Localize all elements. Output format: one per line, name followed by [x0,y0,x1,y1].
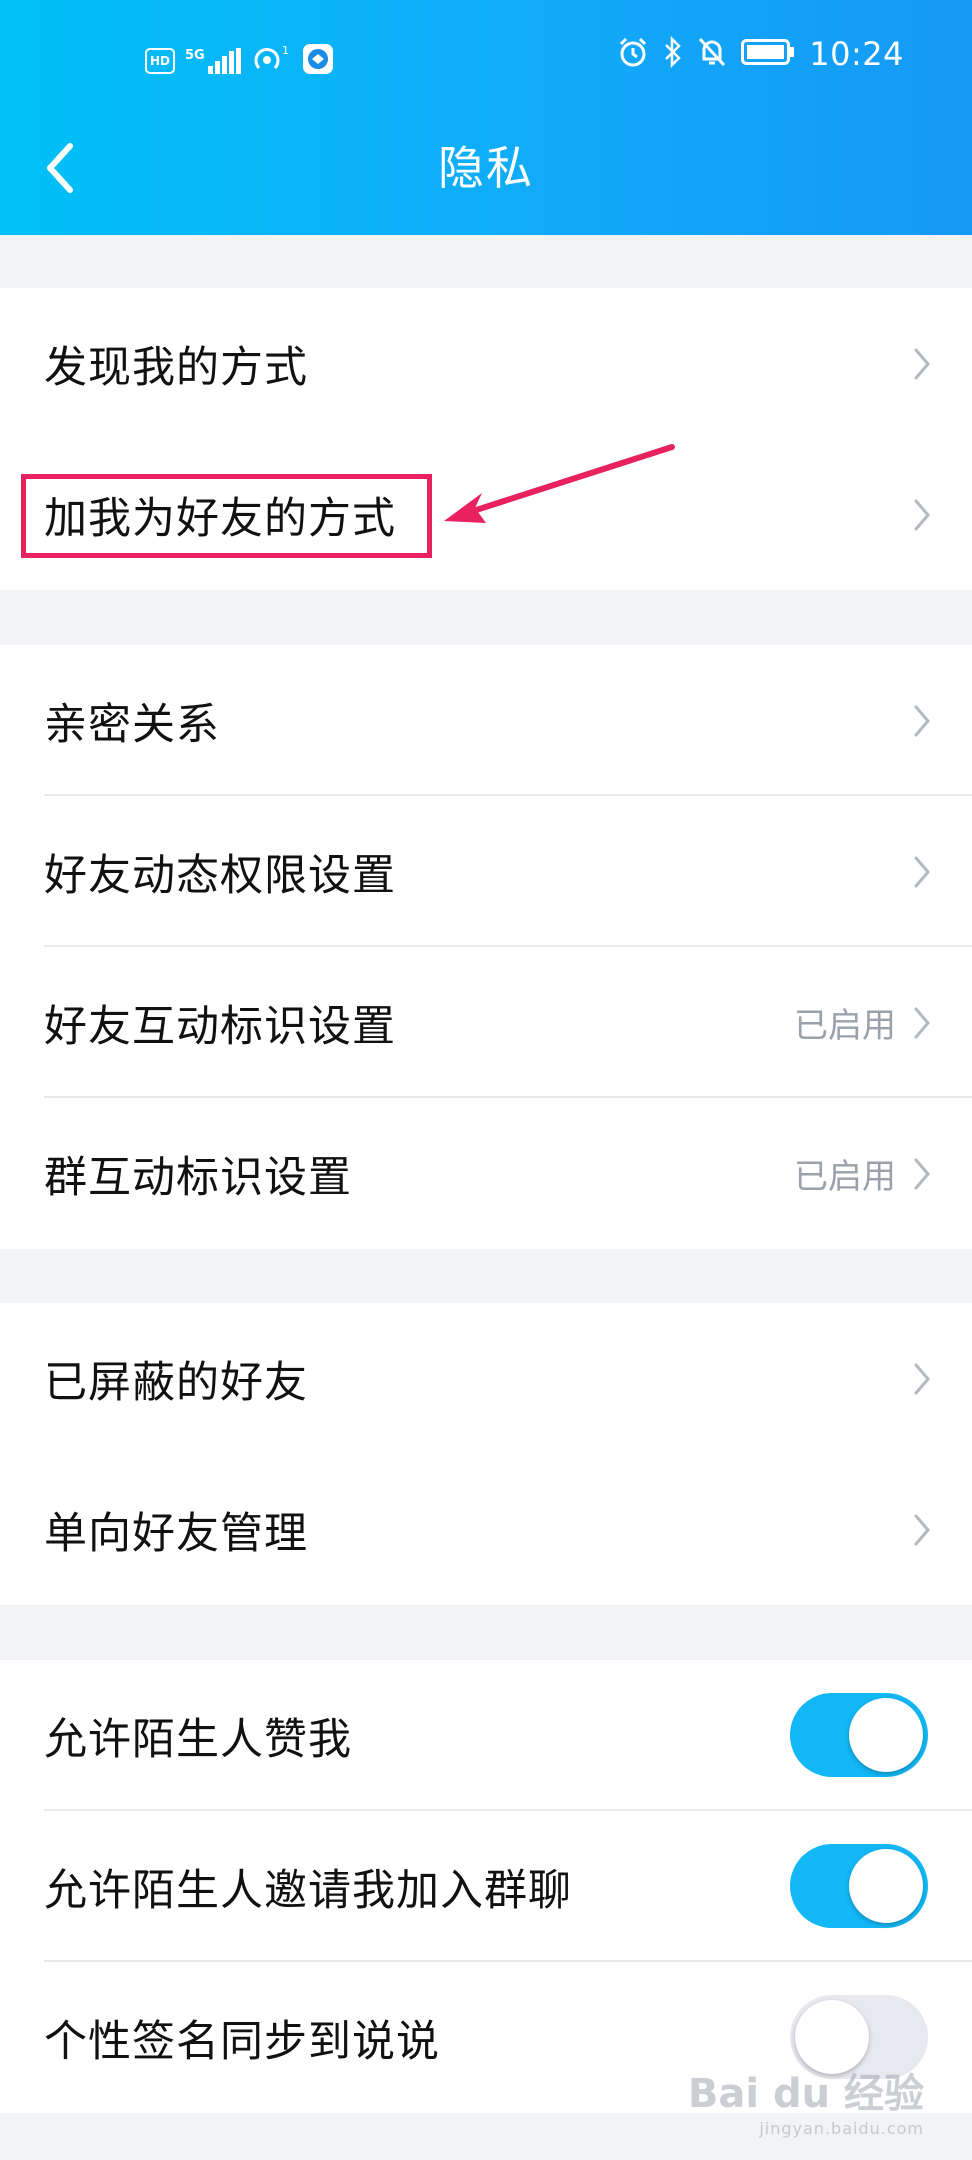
setting-friend-feed-permissions[interactable]: 好友动态权限设置 [0,796,972,947]
setting-label: 好友互动标识设置 [44,1001,396,1052]
setting-label: 亲密关系 [44,699,220,750]
chevron-right-icon [914,499,930,531]
setting-label: 已屏蔽的好友 [44,1357,308,1408]
chevron-right-icon [914,705,930,737]
bluetooth-icon [663,35,683,72]
setting-status-value: 已启用 [794,1006,896,1046]
setting-label: 群互动标识设置 [44,1152,352,1203]
toggle-knob [849,1698,923,1772]
hotspot-icon: 1 [252,44,292,78]
chevron-right-icon [914,1514,930,1546]
setting-label: 发现我的方式 [44,342,308,393]
app-notification-icon [302,43,334,79]
stranger-settings-group: 允许陌生人赞我 允许陌生人邀请我加入群聊 个性签名同步到说说 [0,1660,972,2113]
watermark-brand: Bai du 经验 [687,2071,924,2117]
setting-label: 个性签名同步到说说 [44,2016,440,2067]
hd-badge: HD [145,48,175,74]
setting-blocked-friends[interactable]: 已屏蔽的好友 [0,1303,972,1454]
status-bar-left: HD 5G 1 [145,43,334,79]
chevron-right-icon [914,1363,930,1395]
setting-label: 允许陌生人邀请我加入群聊 [44,1865,572,1916]
status-bar: HD 5G 1 10:24 [0,35,972,85]
app-header: HD 5G 1 10:24 隐私 [0,0,972,235]
status-time: 10:24 [809,35,904,73]
setting-discover-me[interactable]: 发现我的方式 [0,288,972,439]
setting-intimate-relationship[interactable]: 亲密关系 [0,645,972,796]
mute-bell-icon [697,36,727,72]
blocked-settings-group: 已屏蔽的好友 单向好友管理 [0,1303,972,1605]
setting-allow-stranger-group-invites: 允许陌生人邀请我加入群聊 [0,1811,972,1962]
setting-allow-stranger-likes: 允许陌生人赞我 [0,1660,972,1811]
setting-label: 单向好友管理 [44,1508,308,1559]
chevron-right-icon [914,348,930,380]
chevron-right-icon [914,1007,930,1039]
network-type-label: 5G [185,48,205,63]
setting-friend-interaction-badge[interactable]: 好友互动标识设置 已启用 [0,947,972,1098]
watermark-site: jingyan.baidu.com [759,2119,924,2138]
battery-icon [741,39,795,69]
toggle-knob [849,1849,923,1923]
setting-label: 好友动态权限设置 [44,850,396,901]
friends-settings-group: 亲密关系 好友动态权限设置 好友互动标识设置 已启用 群互动标识设置 已启用 [0,645,972,1249]
stranger-group-invite-toggle[interactable] [790,1844,928,1928]
setting-one-way-friends[interactable]: 单向好友管理 [0,1454,972,1605]
stranger-likes-toggle[interactable] [790,1693,928,1777]
alarm-icon [617,36,649,72]
setting-status-value: 已启用 [794,1157,896,1197]
page-title: 隐私 [438,141,534,195]
chevron-right-icon [914,856,930,888]
network-5g-signal-icon: 5G [185,48,242,74]
svg-text:1: 1 [282,44,289,57]
status-bar-right: 10:24 [617,35,904,73]
setting-group-interaction-badge[interactable]: 群互动标识设置 已启用 [0,1098,972,1249]
baidu-jingyan-watermark: Bai du 经验 jingyan.baidu.com [688,2061,924,2138]
chevron-right-icon [914,1158,930,1190]
setting-label: 允许陌生人赞我 [44,1714,352,1765]
annotation-highlight-box [21,474,432,558]
